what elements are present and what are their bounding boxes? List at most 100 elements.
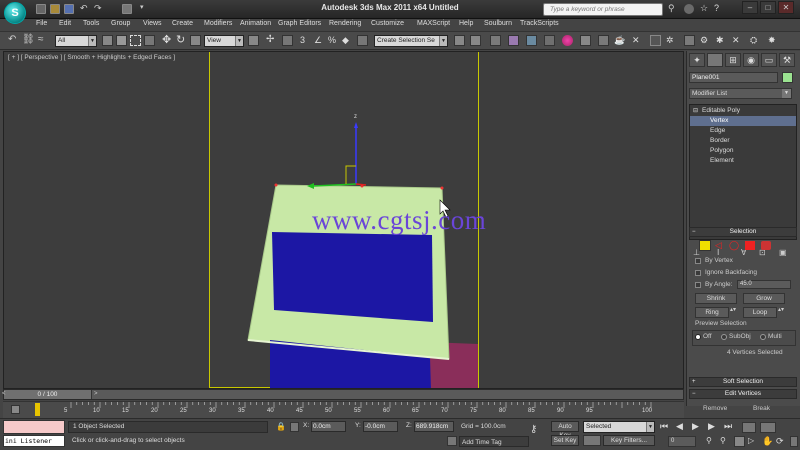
display-tab-icon[interactable]: ▭ — [761, 53, 777, 67]
zoom-icon[interactable]: ⚲ — [706, 436, 717, 447]
by-angle-checkbox[interactable] — [695, 282, 701, 288]
maxscript-listener-input[interactable]: ini Listener — [3, 435, 65, 447]
graphite-ribbon-icon[interactable] — [508, 35, 519, 46]
time-prev-icon[interactable]: < — [2, 390, 8, 399]
lock-selection-icon[interactable]: 🔒 — [276, 422, 286, 432]
named-selection-dropdown[interactable]: Create Selection Se ▼ — [374, 35, 448, 47]
undo-tool-icon[interactable]: ↶ — [8, 35, 19, 46]
object-name-field[interactable]: Plane001 — [689, 72, 778, 83]
element-mode-icon[interactable] — [761, 241, 771, 250]
time-configuration-icon[interactable] — [760, 422, 776, 433]
modifier-list-dropdown[interactable]: Modifier List ▼ — [689, 88, 792, 99]
selection-rollout-header[interactable]: − Selection — [689, 227, 797, 237]
schematic-view-icon[interactable] — [544, 35, 555, 46]
open-folder-icon[interactable] — [50, 4, 60, 14]
selection-filter-dropdown[interactable]: All ▼ — [55, 35, 97, 47]
by-angle-spinner[interactable]: 45.0 — [737, 280, 791, 289]
vertex-point[interactable] — [274, 183, 278, 187]
preview-multi-radio[interactable] — [760, 334, 766, 340]
go-to-start-icon[interactable]: ⏮ — [660, 421, 672, 433]
perspective-viewport[interactable]: [ + ] [ Perspective ] [ Smooth + Highlig… — [3, 51, 684, 389]
rotate-icon[interactable]: ↻ — [176, 35, 187, 46]
menu-graph-editors[interactable]: Graph Editors — [278, 20, 321, 27]
custom-tool-7-icon[interactable]: ⛭ — [750, 35, 761, 46]
create-tab-icon[interactable]: ✦ — [689, 53, 705, 67]
grow-button[interactable]: Grow — [743, 293, 785, 304]
go-to-end-icon[interactable]: ⏭ — [724, 421, 736, 433]
subscription-icon[interactable] — [684, 4, 694, 14]
add-time-tag-button[interactable]: Add Time Tag — [459, 436, 529, 447]
minimize-button[interactable]: – — [742, 1, 758, 14]
motion-tab-icon[interactable]: ◉ — [743, 53, 759, 67]
vertex-mode-icon[interactable] — [699, 240, 711, 251]
zoom-all-icon[interactable]: ⚲ — [720, 436, 731, 447]
auto-key-button[interactable]: Auto Key — [551, 421, 579, 439]
menu-modifiers[interactable]: Modifiers — [204, 20, 232, 27]
rectangular-selection-icon[interactable] — [130, 35, 141, 46]
stack-item-editable-poly[interactable]: ⊟ Editable Poly — [690, 106, 796, 116]
modify-tab-icon[interactable] — [707, 53, 723, 67]
gizmo-y-axis[interactable] — [313, 183, 357, 187]
menu-tools[interactable]: Tools — [83, 20, 99, 27]
border-mode-icon[interactable]: ◯ — [729, 240, 741, 251]
menu-animation[interactable]: Animation — [240, 20, 271, 27]
select-by-name-icon[interactable] — [116, 35, 127, 46]
maxscript-mini-listener[interactable] — [3, 420, 65, 434]
project-folder-icon[interactable] — [122, 4, 132, 14]
zoom-extents-icon[interactable] — [734, 436, 745, 447]
set-key-key-icon[interactable]: ⚷ — [530, 425, 546, 437]
play-icon[interactable]: ▶ — [692, 421, 704, 433]
stack-item-polygon[interactable]: Polygon — [690, 146, 796, 156]
move-icon[interactable]: ✥ — [162, 35, 173, 46]
search-icon[interactable]: ⚲ — [668, 4, 678, 14]
key-mode-dropdown[interactable]: Selected ▼ — [583, 421, 655, 433]
set-key-button[interactable]: Set Key — [551, 435, 579, 446]
preview-off-radio[interactable] — [695, 334, 701, 340]
percent-snap-icon[interactable]: % — [328, 35, 339, 46]
vertex-point[interactable] — [440, 186, 444, 190]
favorites-star-icon[interactable]: ☆ — [700, 4, 710, 14]
time-next-icon[interactable]: > — [94, 390, 100, 399]
gizmo-plane-handle[interactable] — [345, 165, 356, 184]
select-and-manipulate-icon[interactable]: ✢ — [266, 35, 277, 46]
time-tag-icon[interactable] — [447, 436, 457, 446]
current-frame-field[interactable]: 0 — [668, 436, 696, 447]
render-production-icon[interactable]: ☕ — [614, 35, 625, 46]
ring-spinner-icon[interactable]: ▴▾ — [730, 307, 738, 318]
align-icon[interactable] — [470, 35, 481, 46]
shrink-button[interactable]: Shrink — [695, 293, 737, 304]
spinner-snap-icon[interactable]: ◆ — [342, 35, 353, 46]
edit-named-selection-icon[interactable] — [357, 35, 368, 46]
menu-rendering[interactable]: Rendering — [329, 20, 361, 27]
box-front-face[interactable] — [272, 232, 433, 322]
hierarchy-tab-icon[interactable]: ⊞ — [725, 53, 741, 67]
help-icon[interactable]: ? — [714, 4, 724, 14]
menu-trackscripts[interactable]: TrackScripts — [520, 20, 559, 27]
z-coord-field[interactable]: 689.918cm — [414, 421, 454, 432]
gizmo-x-axis[interactable] — [355, 183, 367, 186]
reference-coordinate-dropdown[interactable]: View ▼ — [204, 35, 244, 47]
custom-tool-2-icon[interactable]: ✲ — [666, 35, 677, 46]
menu-soulburn[interactable]: Soulburn — [484, 20, 512, 27]
ignore-backfacing-checkbox[interactable] — [695, 270, 701, 276]
keyboard-shortcut-icon[interactable] — [282, 35, 293, 46]
snaps-toggle-icon[interactable]: 3 — [300, 35, 311, 46]
window-crossing-icon[interactable] — [144, 35, 155, 46]
object-color-swatch[interactable] — [782, 72, 793, 83]
configure-modifier-sets-icon[interactable]: ▣ — [779, 248, 789, 258]
unlink-icon[interactable]: ≈ — [38, 35, 49, 46]
edge-mode-icon[interactable]: ◁ — [715, 240, 727, 251]
time-slider-thumb[interactable]: 0 / 100 — [4, 390, 92, 399]
menu-group[interactable]: Group — [111, 20, 130, 27]
stack-item-vertex[interactable]: Vertex — [690, 116, 796, 126]
collapse-icon[interactable]: ⊟ — [693, 106, 698, 116]
pivot-center-icon[interactable] — [248, 35, 259, 46]
render-setup-icon[interactable] — [580, 35, 591, 46]
remove-button[interactable]: Remove — [703, 405, 727, 412]
by-vertex-checkbox[interactable] — [695, 258, 701, 264]
custom-tool-5-icon[interactable]: ✱ — [716, 35, 727, 46]
ring-button[interactable]: Ring — [695, 307, 729, 318]
menu-edit[interactable]: Edit — [59, 20, 71, 27]
stack-item-edge[interactable]: Edge — [690, 126, 796, 136]
loop-button[interactable]: Loop — [743, 307, 777, 318]
